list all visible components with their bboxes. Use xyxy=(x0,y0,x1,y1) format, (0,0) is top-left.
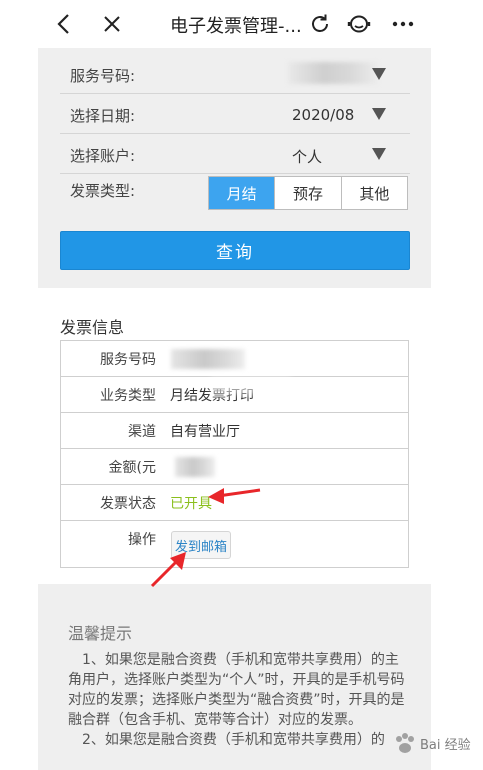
invoice-type-other[interactable]: 其他 xyxy=(342,177,407,209)
date-select[interactable]: 选择日期: 2020/08 xyxy=(60,96,410,134)
row-label: 发票状态 xyxy=(100,496,156,512)
annotation-arrow-icon xyxy=(150,552,186,588)
service-number-label: 服务号码: xyxy=(70,67,136,85)
tips-paragraph: 1、如果您是融合资费（手机和宽带共享费用）的主角用户，选择账户类型为“个人”时，… xyxy=(68,652,405,728)
blurred-service-number xyxy=(288,62,378,84)
row-label: 金额(元 xyxy=(108,460,156,476)
blurred-service-number xyxy=(171,349,245,369)
baidu-watermark: Bai 经验 xyxy=(392,726,480,762)
query-button[interactable]: 查询 xyxy=(60,231,410,270)
invoice-type-segmented: 月结 预存 其他 xyxy=(208,176,408,210)
paw-icon xyxy=(396,733,414,753)
invoice-info-section: 发票信息 服务号码 业务类型 月结发票打印 渠道 自有营业厅 金额(元 发票状态… xyxy=(38,288,431,584)
top-bar: 电子发票管理-... xyxy=(38,0,431,48)
service-number-select[interactable]: 服务号码: xyxy=(60,56,410,94)
query-form: 服务号码: 选择日期: 2020/08 选择账户: 个人 发票类型: 月结 预存… xyxy=(38,56,431,288)
date-value: 2020/08 xyxy=(292,106,355,124)
account-label: 选择账户: xyxy=(70,147,136,165)
row-label: 业务类型 xyxy=(100,388,156,404)
invoice-info-title: 发票信息 xyxy=(60,318,125,337)
channel-value: 自有营业厅 xyxy=(170,424,240,440)
row-label: 渠道 xyxy=(128,424,156,440)
blur-overlay xyxy=(211,377,291,395)
annotation-arrow-icon xyxy=(208,488,261,504)
blurred-amount xyxy=(175,457,215,477)
table-row: 服务号码 xyxy=(61,341,408,377)
more-icon[interactable] xyxy=(388,10,418,38)
chevron-down-icon xyxy=(372,68,386,80)
account-select[interactable]: 选择账户: 个人 xyxy=(60,136,410,174)
back-icon[interactable] xyxy=(50,10,78,38)
chevron-down-icon xyxy=(372,148,386,160)
table-row: 业务类型 月结发票打印 xyxy=(61,377,408,413)
watermark-text: Bai 经验 xyxy=(420,738,471,753)
close-icon[interactable] xyxy=(98,10,126,38)
tips-title: 温馨提示 xyxy=(68,624,133,643)
customer-service-icon[interactable] xyxy=(344,10,374,38)
row-label: 服务号码 xyxy=(100,352,156,368)
chevron-down-icon xyxy=(372,108,386,120)
invoice-type-label: 发票类型: xyxy=(70,182,136,200)
page-title: 电子发票管理-... xyxy=(170,16,302,37)
invoice-type-monthly[interactable]: 月结 xyxy=(209,177,276,209)
invoice-type-prepaid[interactable]: 预存 xyxy=(275,177,342,209)
invoice-info-table: 服务号码 业务类型 月结发票打印 渠道 自有营业厅 金额(元 发票状态 已开具 … xyxy=(60,340,409,568)
account-value: 个人 xyxy=(292,148,323,166)
tips-paragraph: 2、如果您是融合资费（手机和宽带共享费用）的 xyxy=(82,732,385,748)
table-row: 渠道 自有营业厅 xyxy=(61,413,408,449)
tips-content: 1、如果您是融合资费（手机和宽带共享费用）的主角用户，选择账户类型为“个人”时，… xyxy=(68,650,410,750)
date-label: 选择日期: xyxy=(70,107,136,125)
table-row: 操作 发到邮箱 xyxy=(61,521,408,567)
row-label: 操作 xyxy=(128,532,156,548)
refresh-icon[interactable] xyxy=(306,10,334,38)
